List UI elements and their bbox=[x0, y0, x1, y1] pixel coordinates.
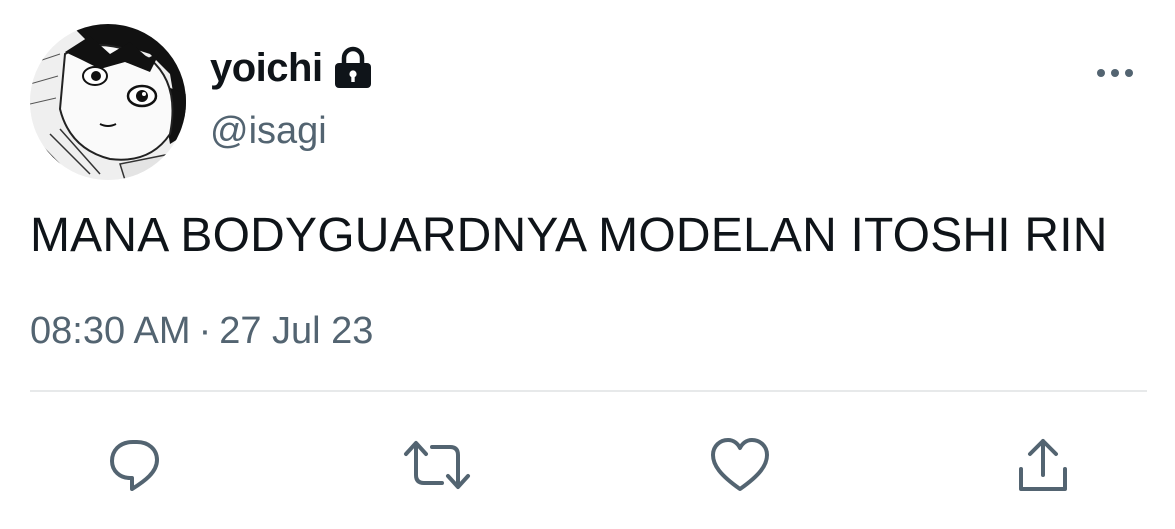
retweet-button[interactable] bbox=[402, 430, 472, 500]
reply-button[interactable] bbox=[100, 430, 170, 500]
divider bbox=[30, 390, 1147, 392]
like-button[interactable] bbox=[705, 430, 775, 500]
tweet-actions-bar bbox=[0, 430, 1175, 500]
avatar[interactable] bbox=[30, 24, 186, 180]
tweet-time: 08:30 AM bbox=[30, 310, 191, 352]
more-options-button[interactable] bbox=[1092, 58, 1138, 88]
avatar-manga-drawing bbox=[30, 24, 186, 180]
lock-icon bbox=[333, 46, 373, 90]
display-name[interactable]: yoichi bbox=[210, 46, 323, 91]
share-icon bbox=[1019, 439, 1067, 491]
more-horizontal-icon bbox=[1097, 69, 1133, 77]
user-handle[interactable]: @isagi bbox=[210, 110, 327, 153]
retweet-icon bbox=[404, 441, 470, 489]
timestamp-separator: · bbox=[198, 310, 212, 352]
display-name-row: yoichi bbox=[210, 40, 373, 96]
reply-icon bbox=[110, 440, 159, 491]
tweet-text: MANA BODYGUARDNYA MODELAN ITOSHI RIN bbox=[30, 209, 1108, 262]
share-button[interactable] bbox=[1008, 430, 1078, 500]
tweet-date: 27 Jul 23 bbox=[219, 310, 374, 352]
tweet-timestamp[interactable]: 08:30 AM · 27 Jul 23 bbox=[30, 310, 373, 353]
heart-icon bbox=[711, 438, 769, 491]
